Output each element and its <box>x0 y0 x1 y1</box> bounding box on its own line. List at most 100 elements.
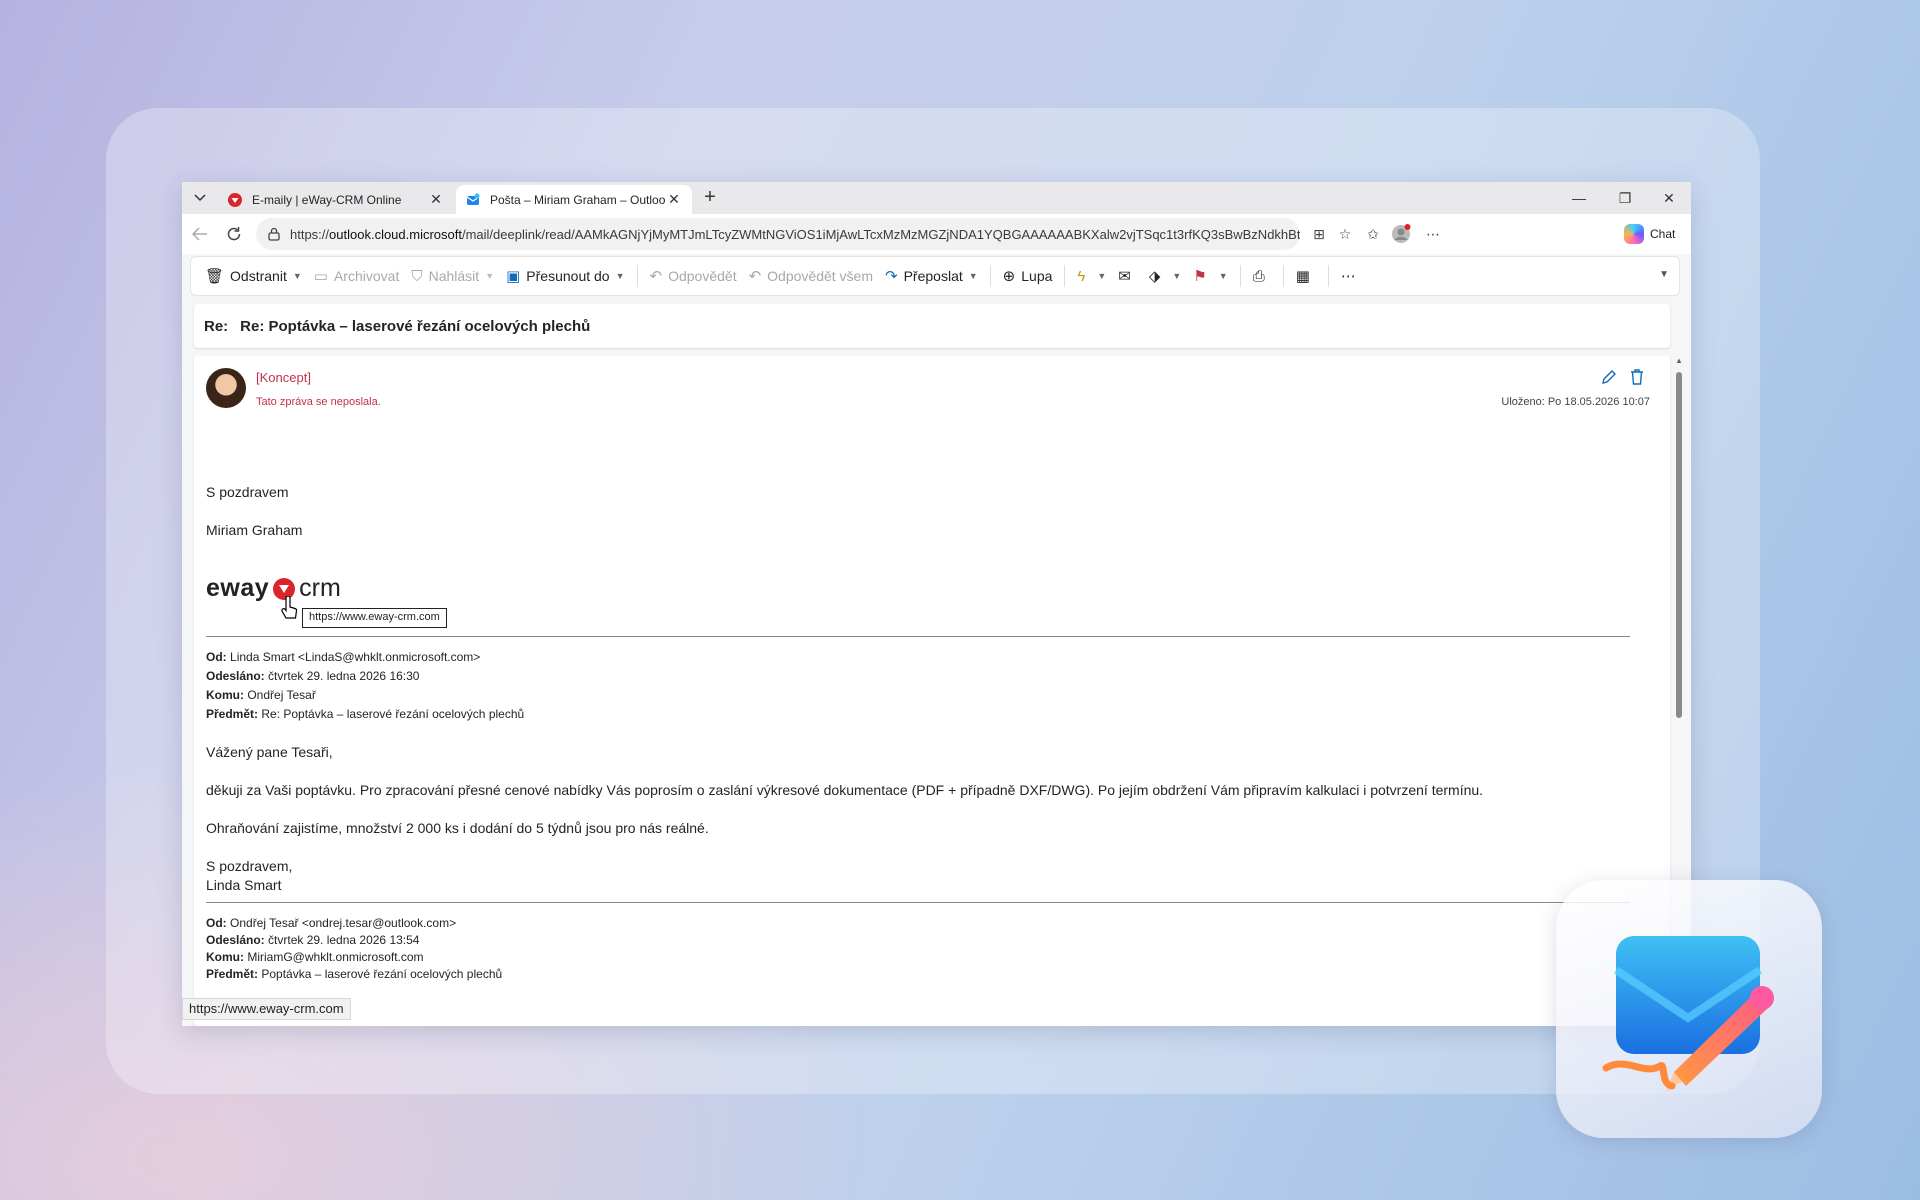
move-label: Přesunout do <box>526 268 610 284</box>
tab-list-button[interactable] <box>186 186 214 210</box>
closing-text-2: S pozdravem, <box>206 858 293 874</box>
quoted-sent: Odesláno: čtvrtek 29. ledna 2026 16:30 <box>206 669 419 683</box>
saved-timestamp: Uloženo: Po 18.05.2026 10:07 <box>1501 396 1650 408</box>
avatar[interactable] <box>206 368 246 408</box>
quick-steps-button[interactable]: ϟ ▼ <box>1071 261 1112 291</box>
to-label: Komu: <box>206 950 244 964</box>
chevron-down-icon[interactable]: ▼ <box>969 271 978 281</box>
split-screen-icon[interactable]: ⊞ <box>1308 224 1330 244</box>
expand-ribbon-icon[interactable]: ▼ <box>1659 269 1669 280</box>
status-bar-url: https://www.eway-crm.com <box>182 998 351 1020</box>
back-button[interactable] <box>186 222 214 246</box>
shield-icon: ⛉ <box>411 267 423 285</box>
address-bar[interactable]: https://outlook.cloud.microsoft/mail/dee… <box>256 218 1300 250</box>
hand-cursor-icon <box>281 596 298 619</box>
profile-avatar[interactable] <box>1390 224 1412 244</box>
mail-pencil-icon <box>1602 936 1774 1092</box>
sender-name-2: Linda Smart <box>206 877 282 893</box>
tab-title: Pošta – Miriam Graham – Outlook <box>490 192 666 207</box>
url-host: outlook.cloud.microsoft <box>329 226 462 242</box>
reply-all-button[interactable]: ↶ Odpovědět všem <box>743 261 879 291</box>
more-actions-button[interactable]: ⋯ <box>1335 261 1368 291</box>
reload-button[interactable] <box>220 222 248 246</box>
ribbon-divider <box>1239 265 1241 287</box>
ribbon-divider <box>636 265 638 287</box>
print-button[interactable]: ⎙ <box>1247 261 1277 291</box>
quoted-subject: Předmět: Re: Poptávka – laserové řezání … <box>206 707 524 721</box>
more-options-icon[interactable]: ⋯ <box>1422 224 1444 244</box>
link-tooltip: https://www.eway-crm.com <box>302 608 447 628</box>
archive-icon: ▭ <box>313 268 328 285</box>
report-label: Nahlásit <box>428 268 480 284</box>
move-to-button[interactable]: ▣ Přesunout do ▼ <box>500 261 630 291</box>
tab-title: E-maily | eWay-CRM Online <box>252 192 402 207</box>
not-sent-notice: Tato zpráva se neposlala. <box>256 396 381 408</box>
chevron-down-icon <box>194 194 206 202</box>
draft-label[interactable]: [Koncept] <box>256 370 311 385</box>
ribbon-divider <box>1327 265 1329 287</box>
trash-icon: 🗑 <box>205 268 225 285</box>
to-value: MiriamG@whklt.onmicrosoft.com <box>247 950 424 964</box>
close-tab-icon[interactable]: ✕ <box>428 191 444 208</box>
archive-button[interactable]: ▭ Archivovat <box>308 261 406 291</box>
mark-read-button[interactable]: ✉ <box>1112 261 1143 291</box>
restore-button[interactable]: ❐ <box>1602 182 1648 214</box>
subject-bar: Re: Re: Poptávka – laserové řezání ocelo… <box>194 304 1670 348</box>
subject-label: Předmět: <box>206 707 259 721</box>
subject-value: Re: Poptávka – laserové řezání ocelových… <box>261 707 525 721</box>
new-tab-button[interactable]: + <box>698 186 722 210</box>
forward-icon: ↷ <box>885 268 898 285</box>
chevron-down-icon[interactable]: ▼ <box>1172 271 1181 281</box>
reply-button[interactable]: ↶ Odpovědět <box>644 261 743 291</box>
forward-button[interactable]: ↷ Přeposlat ▼ <box>879 261 984 291</box>
categorize-button[interactable]: ⬗ ▼ <box>1143 261 1187 291</box>
zoom-label: Lupa <box>1021 268 1053 284</box>
trash-icon <box>1631 369 1643 385</box>
minimize-button[interactable]: — <box>1556 182 1602 214</box>
ribbon-divider <box>1282 265 1284 287</box>
edit-draft-button[interactable] <box>1600 368 1618 391</box>
sent-value: čtvrtek 29. ledna 2026 13:54 <box>268 933 420 947</box>
quoted-from: Od: Ondřej Tesař <ondrej.tesar@outlook.c… <box>206 916 456 930</box>
apps-button[interactable]: ▦ <box>1290 261 1322 291</box>
signature-name: Miriam Graham <box>206 522 303 538</box>
scrollbar-thumb[interactable] <box>1676 372 1682 718</box>
tab-eway[interactable]: E-maily | eWay-CRM Online ✕ <box>218 185 454 214</box>
closing-text: S pozdravem <box>206 484 289 500</box>
chevron-down-icon[interactable]: ▼ <box>293 271 302 281</box>
tab-outlook[interactable]: Pošta – Miriam Graham – Outlook ✕ <box>456 185 692 214</box>
star-icon[interactable]: ☆ <box>1334 224 1356 244</box>
scroll-up-icon[interactable]: ▲ <box>1675 356 1683 365</box>
chevron-down-icon[interactable]: ▼ <box>616 271 625 281</box>
eway-crm-logo[interactable]: eway crm <box>206 574 341 603</box>
refresh-icon <box>227 227 241 241</box>
subject-value: Poptávka – laserové řezání ocelových ple… <box>261 967 503 981</box>
discard-draft-button[interactable] <box>1628 368 1646 391</box>
tag-icon: ⬗ <box>1148 268 1161 285</box>
close-tab-icon[interactable]: ✕ <box>666 191 682 208</box>
report-button[interactable]: ⛉ Nahlásit ▼ <box>405 261 500 291</box>
pencil-icon <box>1602 370 1616 384</box>
flag-button[interactable]: ⚑ ▼ <box>1187 261 1233 291</box>
address-row: https://outlook.cloud.microsoft/mail/dee… <box>182 214 1691 254</box>
quoted-to: Komu: Ondřej Tesař <box>206 688 316 702</box>
chevron-down-icon[interactable]: ▼ <box>485 271 494 281</box>
subject-label: Předmět: <box>206 967 259 981</box>
close-window-button[interactable]: ✕ <box>1646 182 1691 214</box>
zoom-icon: ⊕ <box>1002 268 1016 285</box>
sent-label: Odesláno: <box>206 933 265 947</box>
delete-button[interactable]: 🗑 Odstranit ▼ <box>199 261 308 291</box>
reply-all-label: Odpovědět všem <box>767 268 874 284</box>
reply-icon: ↶ <box>649 268 663 285</box>
profile-icon <box>1392 224 1411 243</box>
forward-label: Přeposlat <box>903 268 963 284</box>
tab-strip: E-maily | eWay-CRM Online ✕ Pošta – Miri… <box>182 182 1691 214</box>
chevron-down-icon[interactable]: ▼ <box>1097 271 1106 281</box>
reply-label: Odpovědět <box>668 268 737 284</box>
chevron-down-icon[interactable]: ▼ <box>1219 271 1228 281</box>
copilot-chat-button[interactable]: Chat <box>1618 218 1682 250</box>
favorites-icon[interactable]: ✩ <box>1362 224 1384 244</box>
app-icon-tile <box>1556 880 1822 1138</box>
flag-icon: ⚑ <box>1193 268 1207 285</box>
zoom-button[interactable]: ⊕ Lupa <box>997 261 1059 291</box>
